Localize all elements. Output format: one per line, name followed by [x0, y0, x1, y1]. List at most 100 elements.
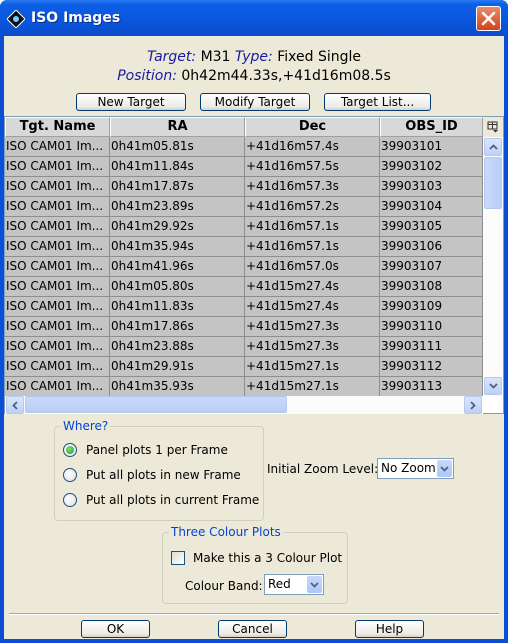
ok-button[interactable]: OK [81, 620, 150, 638]
cell-tgt-name[interactable]: ISO CAM01 Im... [5, 357, 110, 376]
cell-obs-id[interactable]: 39903108 [380, 277, 483, 296]
cell-dec[interactable]: +41d16m57.4s [245, 137, 380, 156]
column-header-tgt-name[interactable]: Tgt. Name [5, 117, 110, 137]
horizontal-scrollbar[interactable] [5, 396, 483, 414]
column-header-ra[interactable]: RA [110, 117, 245, 137]
cell-dec[interactable]: +41d15m27.4s [245, 277, 380, 296]
cell-obs-id[interactable]: 39903113 [380, 377, 483, 396]
close-button[interactable] [476, 6, 501, 31]
modify-target-button[interactable]: Modify Target [200, 93, 310, 111]
cell-dec[interactable]: +41d16m57.5s [245, 157, 380, 176]
help-button[interactable]: Help [355, 620, 424, 638]
cell-ra[interactable]: 0h41m35.94s [110, 237, 245, 256]
table-row[interactable]: ISO CAM01 Im... 0h41m41.96s +41d16m57.0s 39… [5, 257, 483, 277]
cell-tgt-name[interactable]: ISO CAM01 Im... [5, 217, 110, 236]
cell-obs-id[interactable]: 39903110 [380, 317, 483, 336]
cell-obs-id[interactable]: 39903102 [380, 157, 483, 176]
table-row[interactable]: ISO CAM01 Im... 0h41m17.87s +41d16m57.3s 39… [5, 177, 483, 197]
horizontal-scroll-thumb[interactable] [25, 396, 287, 413]
title-bar[interactable]: ISO Images [0, 0, 508, 36]
cell-obs-id[interactable]: 39903107 [380, 257, 483, 276]
scroll-right-button[interactable] [464, 396, 482, 414]
cell-tgt-name[interactable]: ISO CAM01 Im... [5, 157, 110, 176]
cell-ra[interactable]: 0h41m05.80s [110, 277, 245, 296]
cell-obs-id[interactable]: 39903111 [380, 337, 483, 356]
dropdown-button[interactable] [307, 576, 322, 593]
scroll-down-button[interactable] [484, 377, 502, 395]
cell-ra[interactable]: 0h41m35.93s [110, 377, 245, 396]
cell-ra[interactable]: 0h41m29.91s [110, 357, 245, 376]
cell-obs-id[interactable]: 39903105 [380, 217, 483, 236]
radio-button[interactable] [63, 468, 77, 482]
cancel-button[interactable]: Cancel [218, 620, 287, 638]
table-row[interactable]: ISO CAM01 Im... 0h41m23.88s +41d15m27.3s 39… [5, 337, 483, 357]
cell-tgt-name[interactable]: ISO CAM01 Im... [5, 277, 110, 296]
cell-dec[interactable]: +41d16m57.0s [245, 257, 380, 276]
cell-tgt-name[interactable]: ISO CAM01 Im... [5, 197, 110, 216]
three-colour-checkbox[interactable] [171, 551, 185, 565]
cell-ra[interactable]: 0h41m17.86s [110, 317, 245, 336]
cell-ra[interactable]: 0h41m29.92s [110, 217, 245, 236]
cell-dec[interactable]: +41d15m27.1s [245, 357, 380, 376]
vertical-scrollbar[interactable] [483, 137, 503, 396]
cell-ra[interactable]: 0h41m41.96s [110, 257, 245, 276]
cell-ra[interactable]: 0h41m11.83s [110, 297, 245, 316]
cell-obs-id[interactable]: 39903101 [380, 137, 483, 156]
cell-tgt-name[interactable]: ISO CAM01 Im... [5, 317, 110, 336]
cell-ra[interactable]: 0h41m11.84s [110, 157, 245, 176]
dropdown-button[interactable] [437, 460, 452, 477]
cell-ra[interactable]: 0h41m23.88s [110, 337, 245, 356]
table-row[interactable]: ISO CAM01 Im... 0h41m05.81s +41d16m57.4s 39… [5, 137, 483, 157]
scroll-up-button[interactable] [484, 138, 502, 156]
cell-tgt-name[interactable]: ISO CAM01 Im... [5, 177, 110, 196]
cell-dec[interactable]: +41d15m27.3s [245, 317, 380, 336]
cell-dec[interactable]: +41d15m27.3s [245, 337, 380, 356]
chevron-up-icon [488, 144, 498, 150]
cell-tgt-name[interactable]: ISO CAM01 Im... [5, 237, 110, 256]
table-row[interactable]: ISO CAM01 Im... 0h41m11.83s +41d15m27.4s 39… [5, 297, 483, 317]
column-header-dec[interactable]: Dec [245, 117, 380, 137]
table-row[interactable]: ISO CAM01 Im... 0h41m29.91s +41d15m27.1s 39… [5, 357, 483, 377]
table-row[interactable]: ISO CAM01 Im... 0h41m35.94s +41d16m57.1s 39… [5, 237, 483, 257]
scroll-left-button[interactable] [6, 396, 24, 414]
new-target-button[interactable]: New Target [76, 93, 186, 111]
cell-tgt-name[interactable]: ISO CAM01 Im... [5, 377, 110, 396]
cell-tgt-name[interactable]: ISO CAM01 Im... [5, 337, 110, 356]
cell-dec[interactable]: +41d15m27.1s [245, 377, 380, 396]
cell-obs-id[interactable]: 39903103 [380, 177, 483, 196]
cell-dec[interactable]: +41d16m57.3s [245, 177, 380, 196]
radio-panel-plots-per-frame[interactable]: Panel plots 1 per Frame [63, 443, 228, 457]
zoom-level-select[interactable]: No Zoom [377, 458, 454, 479]
cell-dec[interactable]: +41d16m57.1s [245, 237, 380, 256]
radio-button[interactable] [63, 493, 77, 507]
table-row[interactable]: ISO CAM01 Im... 0h41m05.80s +41d15m27.4s 39… [5, 277, 483, 297]
cell-tgt-name[interactable]: ISO CAM01 Im... [5, 297, 110, 316]
cell-ra[interactable]: 0h41m17.87s [110, 177, 245, 196]
radio-button[interactable] [63, 443, 77, 457]
column-header-obs-id[interactable]: OBS_ID [380, 117, 483, 137]
cell-ra[interactable]: 0h41m05.81s [110, 137, 245, 156]
target-list-button[interactable]: Target List... [324, 93, 431, 111]
cell-obs-id[interactable]: 39903106 [380, 237, 483, 256]
cell-tgt-name[interactable]: ISO CAM01 Im... [5, 257, 110, 276]
cell-dec[interactable]: +41d15m27.4s [245, 297, 380, 316]
table-row[interactable]: ISO CAM01 Im... 0h41m11.84s +41d16m57.5s 39… [5, 157, 483, 177]
column-control-button[interactable] [483, 117, 503, 137]
three-colour-checkbox-row[interactable]: Make this a 3 Colour Plot [171, 551, 342, 565]
table-row[interactable]: ISO CAM01 Im... 0h41m29.92s +41d16m57.1s 39… [5, 217, 483, 237]
cell-tgt-name[interactable]: ISO CAM01 Im... [5, 137, 110, 156]
radio-all-plots-new-frame[interactable]: Put all plots in new Frame [63, 468, 241, 482]
table-row[interactable]: ISO CAM01 Im... 0h41m23.89s +41d16m57.2s 39… [5, 197, 483, 217]
cell-obs-id[interactable]: 39903104 [380, 197, 483, 216]
chevron-left-icon [12, 400, 18, 410]
cell-obs-id[interactable]: 39903112 [380, 357, 483, 376]
colour-band-select[interactable]: Red [264, 574, 324, 595]
cell-dec[interactable]: +41d16m57.2s [245, 197, 380, 216]
cell-dec[interactable]: +41d16m57.1s [245, 217, 380, 236]
table-row[interactable]: ISO CAM01 Im... 0h41m17.86s +41d15m27.3s 39… [5, 317, 483, 337]
cell-obs-id[interactable]: 39903109 [380, 297, 483, 316]
radio-all-plots-current-frame[interactable]: Put all plots in current Frame [63, 493, 259, 507]
vertical-scroll-thumb[interactable] [484, 157, 502, 209]
cell-ra[interactable]: 0h41m23.89s [110, 197, 245, 216]
table-row[interactable]: ISO CAM01 Im... 0h41m35.93s +41d15m27.1s 39… [5, 377, 483, 396]
